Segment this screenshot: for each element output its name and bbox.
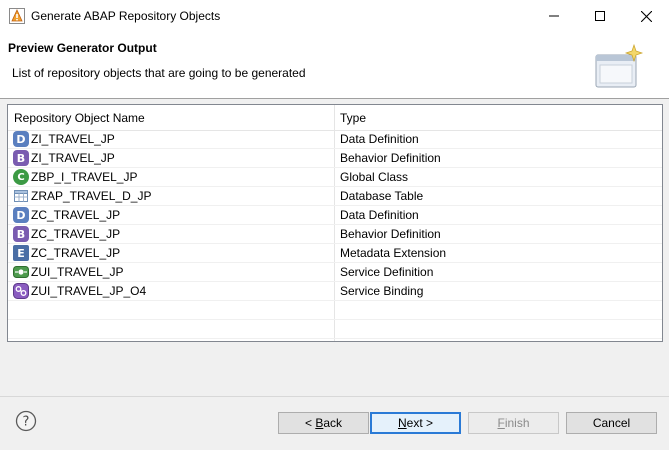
repository-objects-table[interactable]: Repository Object Name Type D ZI_TRAVEL_… <box>7 104 663 342</box>
object-name: ZI_TRAVEL_JP <box>31 151 115 165</box>
database-table-icon <box>14 190 28 202</box>
column-header-type[interactable]: Type <box>340 111 366 125</box>
svg-text:?: ? <box>23 415 30 430</box>
column-header-name[interactable]: Repository Object Name <box>14 111 145 125</box>
back-button-mnemonic: B <box>315 416 324 430</box>
dialog-window: Generate ABAP Repository Objects Preview… <box>0 0 669 450</box>
title-bar: Generate ABAP Repository Objects <box>0 0 669 32</box>
finish-button-label: inish <box>504 416 530 430</box>
behavior-definition-icon: B <box>13 150 29 166</box>
help-icon[interactable]: ? <box>15 410 37 432</box>
back-button-label: ack <box>323 416 343 430</box>
object-type: Behavior Definition <box>340 227 441 241</box>
table-row[interactable]: B ZI_TRAVEL_JP Behavior Definition <box>8 149 662 168</box>
object-name: ZUI_TRAVEL_JP_O4 <box>31 284 147 298</box>
object-name: ZC_TRAVEL_JP <box>31 208 121 222</box>
data-definition-icon: D <box>13 207 29 223</box>
table-row-empty <box>8 301 662 320</box>
object-name: ZI_TRAVEL_JP <box>31 132 115 146</box>
next-button[interactable]: Next > <box>370 412 461 434</box>
maximize-icon <box>595 11 605 21</box>
table-row-empty <box>8 320 662 339</box>
object-type: Service Binding <box>340 284 424 298</box>
next-button-label: ext > <box>406 416 434 430</box>
close-icon <box>640 10 652 22</box>
table-row[interactable]: ZUI_TRAVEL_JP_O4 Service Binding <box>8 282 662 301</box>
table-row[interactable]: ZRAP_TRAVEL_D_JP Database Table <box>8 187 662 206</box>
next-button-mnemonic: N <box>397 416 407 430</box>
table-header: Repository Object Name Type <box>8 105 662 131</box>
cancel-button-label: Cancel <box>592 416 631 430</box>
table-body: D ZI_TRAVEL_JP Data Definition B ZI_TRAV… <box>8 130 662 339</box>
table-row[interactable]: C ZBP_I_TRAVEL_JP Global Class <box>8 168 662 187</box>
object-name: ZRAP_TRAVEL_D_JP <box>31 189 152 203</box>
table-row[interactable]: ZUI_TRAVEL_JP Service Definition <box>8 263 662 282</box>
close-button[interactable] <box>623 0 669 32</box>
minimize-button[interactable] <box>531 0 577 32</box>
table-row[interactable]: B ZC_TRAVEL_JP Behavior Definition <box>8 225 662 244</box>
metadata-extension-icon: E <box>13 245 29 261</box>
object-type: Database Table <box>340 189 424 203</box>
wizard-banner-icon <box>595 43 644 88</box>
object-name: ZUI_TRAVEL_JP <box>31 265 124 279</box>
finish-button[interactable]: Finish <box>468 412 559 434</box>
table-row[interactable]: D ZC_TRAVEL_JP Data Definition <box>8 206 662 225</box>
finish-button-mnemonic: F <box>497 416 505 430</box>
back-button-prefix: < <box>304 416 316 430</box>
service-definition-icon <box>13 266 29 278</box>
object-name: ZBP_I_TRAVEL_JP <box>31 170 138 184</box>
wizard-header: Preview Generator Output List of reposit… <box>0 32 669 99</box>
table-row[interactable]: E ZC_TRAVEL_JP Metadata Extension <box>8 244 662 263</box>
object-type: Data Definition <box>340 132 419 146</box>
abap-app-icon <box>9 8 25 24</box>
back-button[interactable]: < Back <box>278 412 369 434</box>
cancel-button[interactable]: Cancel <box>566 412 657 434</box>
service-binding-icon <box>13 283 29 299</box>
minimize-icon <box>549 15 559 17</box>
page-description: List of repository objects that are goin… <box>12 66 306 80</box>
object-name: ZC_TRAVEL_JP <box>31 246 121 260</box>
data-definition-icon: D <box>13 131 29 147</box>
behavior-definition-icon: B <box>13 226 29 242</box>
footer-divider <box>0 396 669 397</box>
object-type: Service Definition <box>340 265 434 279</box>
object-type: Behavior Definition <box>340 151 441 165</box>
maximize-button[interactable] <box>577 0 623 32</box>
object-name: ZC_TRAVEL_JP <box>31 227 121 241</box>
object-type: Data Definition <box>340 208 419 222</box>
object-type: Metadata Extension <box>340 246 447 260</box>
table-row[interactable]: D ZI_TRAVEL_JP Data Definition <box>8 130 662 149</box>
object-type: Global Class <box>340 170 409 184</box>
window-title: Generate ABAP Repository Objects <box>31 9 221 23</box>
page-title: Preview Generator Output <box>8 41 157 55</box>
global-class-icon: C <box>13 169 29 185</box>
